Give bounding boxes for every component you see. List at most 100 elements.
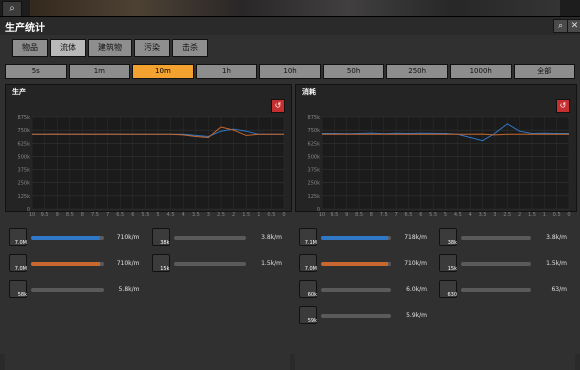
- y-tick-label: 500k: [18, 154, 31, 160]
- rate-value: 5.8k/m: [118, 286, 140, 293]
- time-range-10m[interactable]: 10m: [132, 64, 194, 79]
- amount-label: 59k: [307, 318, 317, 324]
- production-title: 生产: [12, 88, 26, 96]
- fluid-icon: 630: [439, 280, 457, 298]
- rate-value: 718k/m: [404, 234, 427, 241]
- reset-chart-button[interactable]: ↺: [556, 99, 570, 113]
- x-tick-label: 5: [444, 212, 447, 218]
- rate-bar: [321, 288, 391, 292]
- x-tick-label: 7.5: [91, 212, 99, 218]
- rate-bar: [321, 314, 391, 318]
- list-item[interactable]: 58k 5.8k/m: [7, 278, 144, 298]
- rate-value: 1.5k/m: [546, 260, 567, 267]
- tab-0[interactable]: 物品: [12, 39, 48, 57]
- list-item[interactable]: 7.0M 710k/m: [7, 252, 144, 272]
- x-tick-label: 0.5: [553, 212, 561, 218]
- time-range-1h[interactable]: 1h: [195, 64, 258, 79]
- consumption-panel: 消耗 ↺ 875k 750k 625k 500k 375k 250k 125k 0 10 9.5 9…: [295, 84, 577, 218]
- list-item[interactable]: 38k 3.8k/m: [437, 226, 571, 246]
- y-tick-label: 125k: [18, 194, 31, 200]
- x-tick-label: 8: [370, 212, 373, 218]
- tab-2[interactable]: 建筑物: [88, 39, 132, 57]
- y-tick-label: 250k: [18, 181, 31, 187]
- x-tick-label: 4: [182, 212, 185, 218]
- time-range-1m[interactable]: 1m: [68, 64, 131, 79]
- amount-label: 630: [447, 292, 457, 298]
- fluid-icon: 7.0M: [299, 254, 317, 272]
- list-item[interactable]: 630 63/m: [437, 278, 571, 298]
- rate-value: 710k/m: [116, 234, 140, 241]
- x-tick-label: 6: [131, 212, 134, 218]
- rate-value: 1.5k/m: [261, 260, 282, 267]
- tab-4[interactable]: 击杀: [172, 39, 208, 57]
- x-tick-label: 4.5: [167, 212, 175, 218]
- x-tick-label: 4.5: [454, 212, 462, 218]
- search-icon[interactable]: ⌕: [553, 19, 568, 33]
- x-tick-label: 8: [81, 212, 84, 218]
- amount-label: 38k: [447, 240, 457, 246]
- y-tick-label: 375k: [18, 168, 31, 174]
- x-tick-label: 1.5: [528, 212, 536, 218]
- top-strip: ⌕: [0, 0, 580, 16]
- list-item[interactable]: 7.0M 710k/m: [297, 252, 431, 272]
- x-tick-label: 5.5: [141, 212, 149, 218]
- list-item[interactable]: 7.0M 710k/m: [7, 226, 144, 246]
- tab-3[interactable]: 污染: [134, 39, 170, 57]
- x-tick-label: 9: [345, 212, 348, 218]
- list-item[interactable]: 15k 1.5k/m: [437, 252, 571, 272]
- list-item[interactable]: 15k 1.5k/m: [150, 252, 287, 272]
- y-tick-label: 625k: [18, 141, 31, 147]
- list-item[interactable]: 38k 3.8k/m: [150, 226, 287, 246]
- game-background: [30, 0, 560, 16]
- amount-label: 38k: [160, 240, 170, 246]
- y-tick-label: 125k: [308, 194, 321, 200]
- amount-label: 15k: [160, 266, 170, 272]
- y-tick-label: 875k: [308, 115, 321, 121]
- time-range-250h[interactable]: 250h: [386, 64, 448, 79]
- rate-bar-fill: [321, 262, 388, 266]
- production-chart: 875k 750k 625k 500k 375k 250k 125k 0 10 9.5 9 8.5 8 7…: [18, 115, 286, 218]
- y-tick-label: 250k: [308, 181, 321, 187]
- x-tick-label: 7: [106, 212, 109, 218]
- time-range-50h[interactable]: 50h: [322, 64, 385, 79]
- time-range-10h[interactable]: 10h: [259, 64, 321, 79]
- list-item[interactable]: 7.1M 718k/m: [297, 226, 431, 246]
- x-tick-label: 6.5: [404, 212, 412, 218]
- fluid-icon: 58k: [9, 280, 27, 298]
- rate-value: 710k/m: [404, 260, 427, 267]
- x-tick-label: 6: [419, 212, 422, 218]
- rate-bar-fill: [321, 236, 388, 240]
- x-tick-label: 4: [469, 212, 472, 218]
- y-tick-label: 750k: [308, 128, 321, 134]
- amount-label: 60k: [307, 292, 317, 298]
- y-tick-label: 750k: [18, 128, 31, 134]
- tab-1[interactable]: 流体: [50, 39, 86, 57]
- time-range-1000h[interactable]: 1000h: [449, 64, 512, 79]
- amount-label: 7.0M: [14, 240, 27, 246]
- amount-label: 7.0M: [304, 266, 317, 272]
- x-tick-label: 10: [319, 212, 325, 218]
- time-range-bar: 5s 1m 10m 1h 10h 50h 250h 1000h 全部: [5, 64, 576, 79]
- x-tick-label: 3.5: [479, 212, 487, 218]
- rate-bar: [173, 236, 246, 240]
- reset-chart-button[interactable]: ↺: [271, 99, 285, 113]
- x-tick-label: 0: [282, 212, 285, 218]
- close-icon[interactable]: ✕: [567, 19, 580, 33]
- rate-value: 63/m: [551, 286, 567, 293]
- x-tick-label: 1: [543, 212, 546, 218]
- x-tick-label: 2.5: [503, 212, 511, 218]
- list-item[interactable]: 60k 6.0k/m: [297, 278, 431, 298]
- amount-label: 7.1M: [304, 240, 317, 246]
- rate-bar: [461, 288, 531, 292]
- rate-bar: [321, 262, 391, 266]
- time-range-5s[interactable]: 5s: [5, 64, 67, 79]
- x-tick-label: 9.5: [41, 212, 49, 218]
- list-item[interactable]: 59k 5.9k/m: [297, 304, 431, 324]
- rate-value: 6.0k/m: [406, 286, 427, 293]
- fluid-icon: 38k: [151, 228, 170, 246]
- search-icon[interactable]: ⌕: [2, 1, 22, 16]
- x-tick-label: 6.5: [116, 212, 124, 218]
- time-range-全部[interactable]: 全部: [513, 64, 576, 79]
- consumption-list: 7.1M 718k/m 7.0M 710k/m 60k 6.0k/m 59k 5.9k/m 38…: [295, 222, 575, 370]
- fluid-icon: 60k: [299, 280, 317, 298]
